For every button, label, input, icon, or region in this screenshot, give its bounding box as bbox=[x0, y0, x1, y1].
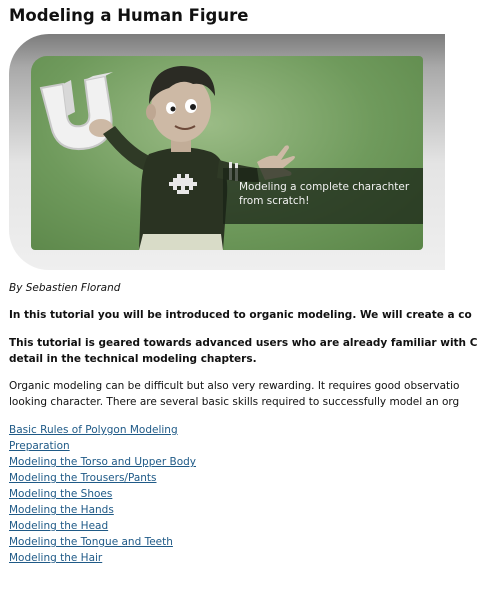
list-item: Basic Rules of Polygon Modeling bbox=[9, 422, 196, 438]
advanced-line-2: detail in the technical modeling chapter… bbox=[9, 353, 257, 365]
banner-frame: Modeling a complete charachter from scra… bbox=[9, 34, 445, 270]
list-item: Modeling the Torso and Upper Body bbox=[9, 454, 196, 470]
list-item: Modeling the Head bbox=[9, 518, 196, 534]
author-byline: By Sebastien Florand bbox=[9, 282, 121, 294]
page-title: Modeling a Human Figure bbox=[9, 6, 249, 25]
organic-paragraph: Organic modeling can be difficult but al… bbox=[9, 378, 459, 410]
link-torso-upper-body[interactable]: Modeling the Torso and Upper Body bbox=[9, 456, 196, 468]
intro-paragraph: In this tutorial you will be introduced … bbox=[9, 307, 472, 323]
list-item: Modeling the Shoes bbox=[9, 486, 196, 502]
banner-caption: Modeling a complete charachter from scra… bbox=[223, 168, 423, 224]
banner-caption-line1: Modeling a complete charachter bbox=[239, 181, 410, 193]
banner-caption-line2: from scratch! bbox=[239, 195, 310, 207]
list-item: Modeling the Hands bbox=[9, 502, 196, 518]
intro-line-1: In this tutorial you will be introduced … bbox=[9, 309, 472, 321]
link-preparation[interactable]: Preparation bbox=[9, 440, 70, 452]
list-item: Modeling the Tongue and Teeth bbox=[9, 534, 196, 550]
advanced-paragraph: This tutorial is geared towards advanced… bbox=[9, 335, 477, 367]
link-hair[interactable]: Modeling the Hair bbox=[9, 552, 102, 564]
organic-line-2: looking character. There are several bas… bbox=[9, 396, 460, 408]
link-shoes[interactable]: Modeling the Shoes bbox=[9, 488, 112, 500]
link-trousers-pants[interactable]: Modeling the Trousers/Pants bbox=[9, 472, 157, 484]
chapter-link-list: Basic Rules of Polygon Modeling Preparat… bbox=[9, 422, 196, 566]
list-item: Modeling the Trousers/Pants bbox=[9, 470, 196, 486]
list-item: Preparation bbox=[9, 438, 196, 454]
link-basic-rules[interactable]: Basic Rules of Polygon Modeling bbox=[9, 424, 178, 436]
organic-line-1: Organic modeling can be difficult but al… bbox=[9, 380, 460, 392]
link-tongue-teeth[interactable]: Modeling the Tongue and Teeth bbox=[9, 536, 173, 548]
list-item: Modeling the Hair bbox=[9, 550, 196, 566]
banner-illustration: Modeling a complete charachter from scra… bbox=[31, 56, 423, 250]
letter-u-graphic bbox=[39, 72, 113, 150]
link-hands[interactable]: Modeling the Hands bbox=[9, 504, 114, 516]
advanced-line-1: This tutorial is geared towards advanced… bbox=[9, 337, 478, 349]
link-head[interactable]: Modeling the Head bbox=[9, 520, 108, 532]
